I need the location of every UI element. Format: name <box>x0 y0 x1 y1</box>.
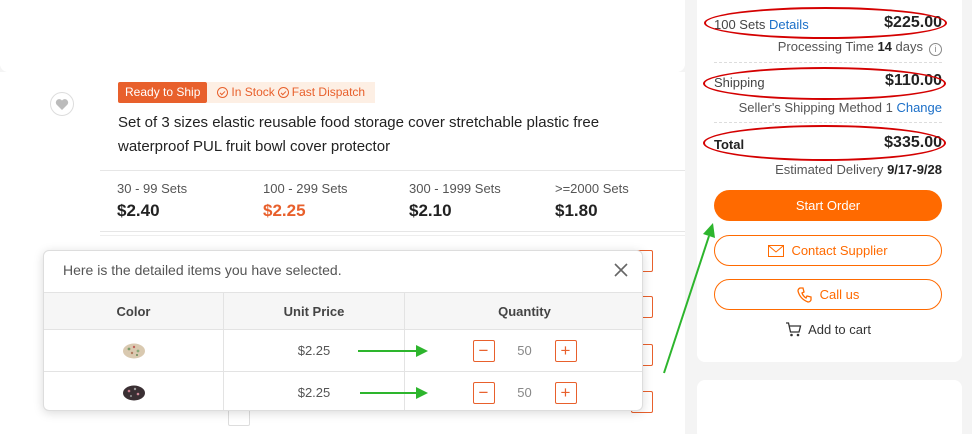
variant-row-divider <box>100 235 685 236</box>
add-to-cart-label: Add to cart <box>808 322 871 337</box>
popup-heading: Here is the detailed items you have sele… <box>63 262 342 278</box>
quantity-stepper: − 50 + <box>472 381 577 404</box>
quantity-cell: − 50 + <box>405 372 642 410</box>
heart-icon <box>55 98 69 110</box>
call-us-button[interactable]: Call us <box>714 279 942 310</box>
processing-value: 14 <box>877 39 892 54</box>
secondary-panel <box>697 380 962 434</box>
annotation-oval <box>704 7 947 39</box>
table-row: $2.25 − 50 + <box>44 371 642 410</box>
increase-button[interactable]: + <box>554 381 577 404</box>
tier-quantity: 30 - 99 Sets <box>117 181 188 196</box>
price-tier: >=2000 Sets $1.80 <box>555 181 629 221</box>
tier-price: $2.10 <box>409 201 452 220</box>
product-title[interactable]: Set of 3 sizes elastic reusable food sto… <box>118 111 638 159</box>
call-us-label: Call us <box>819 287 860 302</box>
close-icon[interactable] <box>612 261 630 279</box>
decrease-button[interactable]: − <box>472 339 495 362</box>
quantity-value[interactable]: 50 <box>495 343 555 358</box>
divider <box>714 62 942 63</box>
price-tier: 300 - 1999 Sets $2.10 <box>409 181 501 221</box>
shipping-method-label: Seller's Shipping Method 1 <box>738 100 893 115</box>
price-tier: 30 - 99 Sets $2.40 <box>117 181 187 221</box>
tier-price: $2.40 <box>117 201 160 220</box>
page: Ready to Ship In Stock Fast Dispatch Set… <box>0 0 972 434</box>
unit-price-cell: $2.25 <box>224 372 405 410</box>
decrease-button[interactable]: − <box>472 381 495 404</box>
change-shipping-link[interactable]: Change <box>896 100 942 115</box>
delivery-label: Estimated Delivery <box>775 162 884 177</box>
fast-dispatch-label: Fast Dispatch <box>291 85 366 99</box>
table-header: Color Unit Price Quantity <box>44 292 642 329</box>
selected-items-table: Color Unit Price Quantity $2.25 − 50 + $… <box>44 292 642 410</box>
clock-icon <box>277 87 289 98</box>
start-order-button[interactable]: Start Order <box>714 190 942 221</box>
top-card <box>0 0 685 72</box>
contact-supplier-label: Contact Supplier <box>791 243 888 258</box>
info-icon[interactable]: i <box>929 43 942 56</box>
unit-price-cell: $2.25 <box>224 330 405 371</box>
shipping-method: Seller's Shipping Method 1 Change <box>739 100 942 115</box>
cart-icon <box>786 322 802 337</box>
tier-price: $2.25 <box>263 201 306 220</box>
column-header: Unit Price <box>224 293 405 329</box>
phone-icon <box>796 286 812 303</box>
processing-time: Processing Time 14 days i <box>778 39 942 56</box>
quantity-stepper: − 50 + <box>472 339 577 362</box>
divider <box>714 122 942 123</box>
increase-button[interactable]: + <box>554 339 577 362</box>
favorite-button[interactable] <box>50 92 74 116</box>
color-cell <box>44 372 224 410</box>
ready-to-ship-badge: Ready to Ship <box>118 82 208 103</box>
price-tier-active: 100 - 299 Sets $2.25 <box>263 181 348 221</box>
tier-quantity: >=2000 Sets <box>555 181 629 196</box>
color-swatch-image <box>122 385 145 400</box>
tier-quantity: 100 - 299 Sets <box>263 181 348 196</box>
mail-icon <box>768 244 785 257</box>
tier-price: $1.80 <box>555 201 598 220</box>
stock-badge: In Stock Fast Dispatch <box>207 82 376 103</box>
column-header: Color <box>44 293 224 329</box>
column-header: Quantity <box>498 303 551 319</box>
processing-label: Processing Time <box>777 39 874 54</box>
contact-supplier-button[interactable]: Contact Supplier <box>714 235 942 266</box>
color-swatch-image <box>122 343 145 358</box>
estimated-delivery: Estimated Delivery 9/17-9/28 <box>775 162 942 177</box>
annotation-oval <box>703 67 946 100</box>
price-tiers: 30 - 99 Sets $2.40 100 - 299 Sets $2.25 … <box>100 170 685 232</box>
delivery-value: 9/17-9/28 <box>887 162 942 177</box>
clock-icon <box>217 87 229 98</box>
tier-quantity: 300 - 1999 Sets <box>409 181 501 196</box>
selected-items-popup: Here is the detailed items you have sele… <box>43 250 643 411</box>
quantity-cell: − 50 + <box>405 330 642 371</box>
annotation-oval <box>703 125 946 161</box>
product-badges: Ready to Ship In Stock Fast Dispatch <box>118 82 376 103</box>
processing-unit: days <box>895 39 923 54</box>
color-cell <box>44 330 224 371</box>
in-stock-label: In Stock <box>231 85 275 99</box>
table-row: $2.25 − 50 + <box>44 329 642 371</box>
quantity-value[interactable]: 50 <box>495 385 555 400</box>
add-to-cart-link[interactable]: Add to cart <box>714 322 942 337</box>
